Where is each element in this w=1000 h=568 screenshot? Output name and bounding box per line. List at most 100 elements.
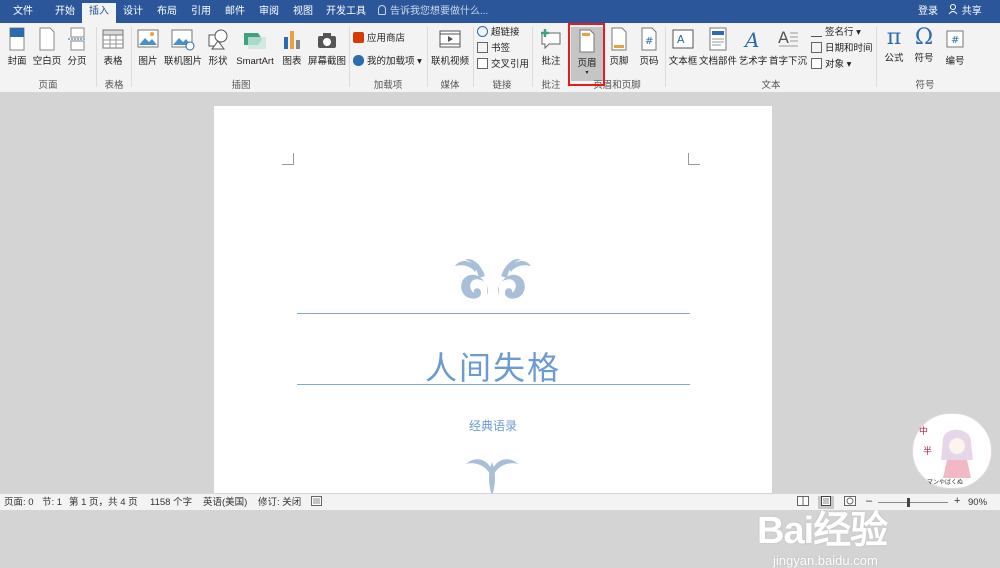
document-page[interactable]: 人间失格 经典语录: [214, 106, 772, 496]
cross-reference-button[interactable]: 交叉引用: [477, 58, 529, 72]
drop-cap-icon: A: [778, 28, 798, 47]
read-mode-icon[interactable]: [797, 496, 809, 509]
bookmark-button[interactable]: 书签: [477, 42, 510, 56]
zoom-slider-thumb[interactable]: [907, 498, 910, 507]
avatar-sticker: 中 半 マンやばくぬ: [912, 413, 992, 489]
tab-mailings[interactable]: 邮件: [218, 3, 252, 23]
online-picture-button[interactable]: 联机图片: [163, 27, 203, 68]
macro-record-icon[interactable]: [311, 496, 322, 509]
tab-insert[interactable]: 插入: [82, 3, 116, 23]
smartart-button[interactable]: SmartArt: [233, 27, 277, 68]
cover-page-button[interactable]: 封面: [4, 27, 30, 68]
blank-page-button[interactable]: 空白页: [32, 27, 62, 68]
zoom-out-button[interactable]: –: [866, 496, 872, 509]
share-button[interactable]: 共享: [948, 3, 982, 21]
object-button[interactable]: 对象 ▾: [811, 58, 851, 72]
print-layout-icon[interactable]: [818, 496, 834, 509]
avatar-illustration-icon: 中 半 マンやばくぬ: [919, 425, 973, 486]
status-page-count[interactable]: 第 1 页，共 4 页: [69, 496, 138, 509]
group-label-symbols: 符号: [915, 80, 935, 91]
quick-parts-button[interactable]: 文档部件: [699, 27, 737, 68]
status-word-count[interactable]: 1158 个字: [150, 496, 192, 509]
hyperlink-button[interactable]: 超链接: [477, 26, 520, 40]
group-label-comments: 批注: [541, 80, 561, 91]
zoom-in-button[interactable]: +: [954, 496, 960, 509]
lightbulb-icon: [378, 5, 386, 15]
drop-cap-button[interactable]: A 首字下沉: [769, 27, 807, 68]
chart-icon: [284, 31, 300, 49]
ornament-flourish-icon: [455, 258, 531, 299]
video-icon: [439, 30, 461, 48]
person-icon: [948, 4, 958, 15]
web-layout-icon[interactable]: [844, 496, 856, 509]
tab-review[interactable]: 审阅: [252, 3, 286, 23]
screenshot-button[interactable]: 屏幕截图: [307, 27, 347, 68]
store-icon: [353, 32, 364, 43]
store-button[interactable]: 应用商店: [353, 32, 405, 46]
ribbon-insert: 封面 空白页 分页 页面 表格 表格 图片 联机图片 形状 SmartArt 图…: [0, 23, 1000, 93]
title-rule-top: [297, 313, 690, 314]
table-button[interactable]: 表格: [100, 27, 126, 68]
pi-icon: π: [886, 25, 902, 50]
group-label-text: 文本: [761, 80, 781, 91]
tab-file[interactable]: 文件: [4, 3, 42, 23]
zoom-level[interactable]: 90%: [968, 496, 987, 509]
group-divider: [665, 27, 666, 87]
document-title[interactable]: 人间失格: [214, 343, 772, 389]
online-video-button[interactable]: 联机视频: [429, 27, 471, 68]
blank-page-icon: [39, 27, 55, 51]
header-button-highlight: [568, 23, 605, 86]
svg-text:#: #: [951, 35, 959, 46]
shapes-button[interactable]: 形状: [204, 27, 232, 68]
equation-button[interactable]: π 公式: [880, 25, 908, 65]
footer-button[interactable]: 页脚: [605, 27, 633, 68]
symbol-button[interactable]: Ω 符号: [910, 25, 938, 65]
ribbon-tab-bar: 文件 开始 插入 设计 布局 引用 邮件 审阅 视图 开发工具 告诉我您想要做什…: [0, 0, 1000, 23]
status-language[interactable]: 英语(美国): [203, 496, 247, 509]
my-addins-button[interactable]: 我的加载项 ▾: [353, 55, 422, 69]
wordart-button[interactable]: A 艺术字: [738, 27, 768, 68]
watermark-url: jingyan.baidu.com: [773, 553, 878, 568]
tab-references[interactable]: 引用: [184, 3, 218, 23]
status-page[interactable]: 页面: 0: [4, 496, 34, 509]
table-icon: [102, 29, 124, 49]
quick-parts-icon: [709, 27, 727, 51]
group-divider: [96, 27, 97, 87]
date-time-button[interactable]: 日期和时间: [811, 42, 873, 56]
title-rule-bottom: [297, 384, 690, 385]
group-label-addins: 加载项: [373, 80, 403, 91]
svg-text:#: #: [645, 36, 653, 47]
shapes-icon: [208, 29, 228, 50]
chart-button[interactable]: 图表: [278, 27, 306, 68]
tell-me-search[interactable]: 告诉我您想要做什么...: [378, 3, 488, 21]
picture-button[interactable]: 图片: [134, 27, 162, 68]
textbox-button[interactable]: A 文本框: [668, 27, 698, 68]
signature-line-button[interactable]: 签名行 ▾: [811, 26, 861, 40]
tab-developer[interactable]: 开发工具: [322, 3, 370, 23]
document-canvas: 人间失格 经典语录 中 半 マンやばくぬ Bai经验 jingyan.baidu…: [0, 93, 1000, 568]
tab-layout[interactable]: 布局: [150, 3, 184, 23]
group-label-media: 媒体: [440, 80, 460, 91]
group-label-links: 链接: [492, 80, 512, 91]
login-link[interactable]: 登录: [918, 3, 938, 21]
tab-home[interactable]: 开始: [48, 3, 82, 23]
group-label-illustrations: 插图: [231, 80, 251, 91]
picture-icon: [137, 29, 159, 48]
cover-page-icon: [9, 27, 25, 51]
status-track-changes[interactable]: 修订: 关闭: [258, 496, 301, 509]
share-label: 共享: [961, 6, 982, 17]
bookmark-icon: [477, 42, 488, 53]
page-break-button[interactable]: 分页: [64, 27, 90, 68]
ornament-bottom-icon: [466, 459, 518, 496]
svg-text:A: A: [677, 33, 685, 46]
page-number-button[interactable]: # 页码: [635, 27, 663, 68]
tab-view[interactable]: 视图: [286, 3, 320, 23]
new-comment-button[interactable]: 批注: [536, 27, 566, 68]
document-subtitle[interactable]: 经典语录: [214, 417, 772, 434]
status-section[interactable]: 节: 1: [42, 496, 62, 509]
tell-me-placeholder: 告诉我您想要做什么...: [390, 6, 489, 17]
zoom-slider[interactable]: [878, 502, 948, 503]
group-divider: [473, 27, 474, 87]
tab-design[interactable]: 设计: [116, 3, 150, 23]
numbering-button[interactable]: # 编号: [941, 27, 969, 68]
